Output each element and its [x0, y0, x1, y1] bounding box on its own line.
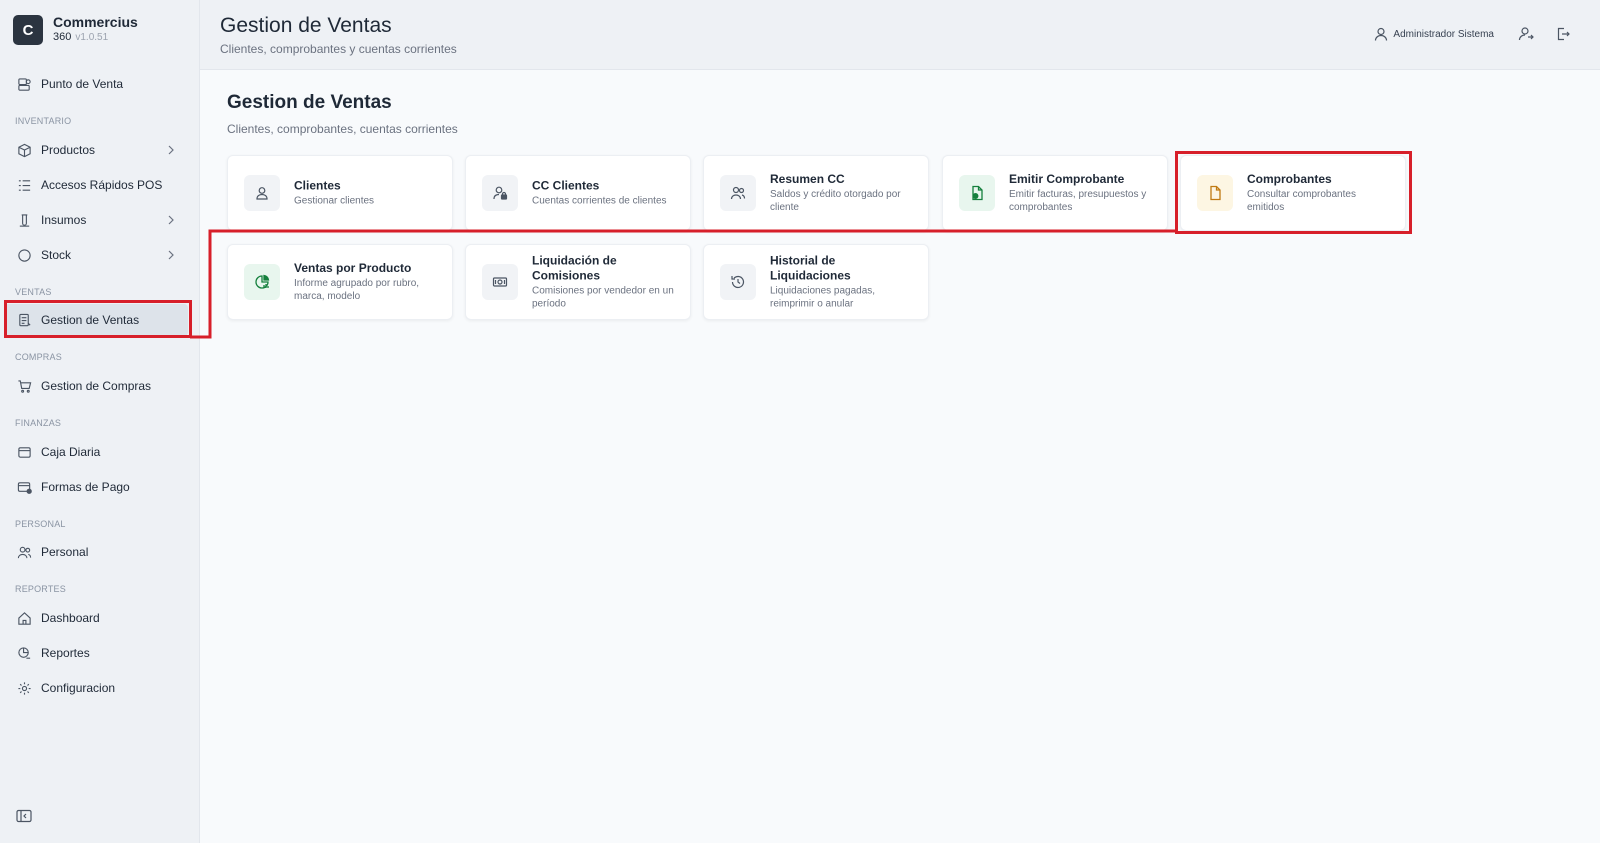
card-description: Cuentas corrientes de clientes	[532, 195, 667, 207]
user-switch-icon	[1518, 27, 1534, 41]
card-title: Liquidación de Comisiones	[532, 253, 617, 283]
sidebar-item-personal[interactable]: Personal	[4, 536, 188, 568]
card-comprobantes[interactable]: Comprobantes Consultar comprobantes emit…	[1180, 155, 1406, 231]
brand-logo: C	[13, 15, 43, 45]
section-label-ventas: VENTAS	[15, 287, 52, 297]
sidebar-item-label: Accesos Rápidos POS	[41, 178, 163, 192]
header-subtitle: Clientes, comprobantes y cuentas corrien…	[220, 42, 457, 56]
brand[interactable]: C Commercius 360 v1.0.51	[13, 15, 138, 45]
pos-icon	[16, 76, 32, 92]
card-emitir-comprobante[interactable]: Emitir Comprobante Emitir facturas, pres…	[942, 155, 1168, 231]
sidebar-item-label: Productos	[41, 143, 96, 157]
user-lock-icon	[482, 175, 518, 211]
doc-money-icon	[959, 175, 995, 211]
chart-pie-icon	[244, 264, 280, 300]
users-icon	[720, 175, 756, 211]
card-description: Liquidaciones pagadas, reimprimir o anul…	[770, 285, 876, 310]
sidebar-item-productos[interactable]: Productos	[4, 134, 188, 166]
history-icon	[720, 264, 756, 300]
page-title: Gestion de Ventas	[227, 92, 392, 113]
chevron-right-icon	[168, 215, 174, 225]
sidebar-item-label: Punto de Venta	[41, 77, 124, 91]
banknote-icon	[482, 264, 518, 300]
card-description: Gestionar clientes	[294, 195, 375, 207]
card-title: Comprobantes	[1247, 172, 1332, 186]
flask-icon	[16, 212, 32, 228]
card-ventas-por-producto[interactable]: Ventas por Producto Informe agrupado por…	[227, 244, 453, 320]
sidebar-item-label: Configuracion	[41, 681, 116, 695]
section-label-compras: COMPRAS	[15, 352, 62, 362]
chevron-right-icon	[168, 250, 174, 260]
card-description: Emitir facturas, presupuestos y comproba…	[1009, 189, 1147, 213]
sidebar-item-formas-de-pago[interactable]: Formas de Pago	[4, 471, 188, 503]
sidebar-item-accesos-rapidos[interactable]: Accesos Rápidos POS	[4, 169, 188, 201]
section-label-personal: PERSONAL	[15, 519, 66, 529]
sales-doc-icon	[16, 312, 32, 328]
user-menu[interactable]: Administrador Sistema	[1373, 26, 1494, 42]
card-description: Informe agrupado por rubro, marca, model…	[294, 278, 420, 302]
list-icon	[16, 177, 32, 193]
user-icon	[1375, 27, 1388, 41]
brand-name: Commercius	[53, 14, 138, 30]
card-title: Emitir Comprobante	[1009, 172, 1125, 186]
card-historial-liquidaciones[interactable]: Historial de Liquidaciones Liquidaciones…	[703, 244, 929, 320]
section-label-reportes: REPORTES	[15, 584, 66, 594]
card-title: Historial de Liquidaciones	[770, 253, 851, 283]
sidebar-item-label: Insumos	[41, 213, 87, 227]
file-icon	[1197, 175, 1233, 211]
section-label-finanzas: FINANZAS	[15, 418, 62, 428]
gear-icon	[16, 680, 32, 696]
logout-button[interactable]	[1554, 25, 1572, 43]
sidebar-collapse-icon[interactable]	[16, 809, 32, 823]
sidebar-item-reportes[interactable]: Reportes	[4, 637, 188, 669]
wallet-icon	[16, 444, 32, 460]
card-resumen-cc[interactable]: Resumen CC Saldos y crédito otorgado por…	[703, 155, 929, 231]
logout-icon	[1557, 27, 1570, 41]
top-header: Gestion de Ventas Clientes, comprobantes…	[200, 0, 1600, 70]
sidebar-item-label: Dashboard	[41, 611, 100, 625]
user-icon	[244, 175, 280, 211]
card-description: Consultar comprobantes emitidos	[1247, 189, 1356, 213]
page-subtitle: Clientes, comprobantes, cuentas corrient…	[227, 122, 458, 136]
chevron-right-icon	[168, 145, 174, 155]
sidebar-item-insumos[interactable]: Insumos	[4, 204, 188, 236]
sidebar-item-label: Stock	[41, 248, 72, 262]
card-clientes[interactable]: Clientes Gestionar clientes	[227, 155, 453, 231]
sidebar-item-dashboard[interactable]: Dashboard	[4, 602, 188, 634]
brand-version: v1.0.51	[75, 32, 109, 43]
sidebar-item-label: Reportes	[41, 646, 90, 660]
box-icon	[16, 142, 32, 158]
brand-sub: 360	[53, 31, 72, 43]
card-title: Clientes	[294, 178, 341, 193]
sidebar-item-caja-diaria[interactable]: Caja Diaria	[4, 436, 188, 468]
sidebar-item-punto-de-venta[interactable]: Punto de Venta	[4, 68, 188, 100]
switch-user-button[interactable]	[1517, 25, 1535, 43]
sidebar-item-label: Personal	[41, 545, 89, 559]
circle-icon	[16, 247, 32, 263]
card-cc-clientes[interactable]: CC Clientes Cuentas corrientes de client…	[465, 155, 691, 231]
sidebar-item-gestion-de-ventas[interactable]: Gestion de Ventas	[4, 304, 188, 336]
sidebar-item-stock[interactable]: Stock	[4, 239, 188, 271]
card-description: Saldos y crédito otorgado por cliente	[770, 189, 901, 213]
cart-icon	[16, 378, 32, 394]
card-liquidacion-comisiones[interactable]: Liquidación de Comisiones Comisiones por…	[465, 244, 691, 320]
sidebar-item-label: Gestion de Ventas	[41, 313, 140, 327]
report-icon	[16, 645, 32, 661]
card-icon	[16, 479, 32, 495]
sidebar-item-label: Formas de Pago	[41, 480, 130, 494]
card-title: Resumen CC	[770, 172, 845, 186]
user-name: Administrador Sistema	[1393, 28, 1494, 40]
sidebar-item-label: Gestion de Compras	[41, 379, 152, 393]
sidebar-item-gestion-de-compras[interactable]: Gestion de Compras	[4, 370, 188, 402]
sidebar-item-label: Caja Diaria	[41, 445, 101, 459]
header-title: Gestion de Ventas	[220, 14, 392, 37]
card-title: Ventas por Producto	[294, 261, 412, 275]
card-description: Comisiones por vendedor en un período	[532, 285, 674, 310]
card-title: CC Clientes	[532, 178, 600, 193]
sidebar: C Commercius 360 v1.0.51 Punto de Venta I…	[0, 0, 200, 843]
users-icon	[16, 544, 32, 560]
section-label-inventario: INVENTARIO	[15, 116, 72, 126]
sidebar-item-configuracion[interactable]: Configuracion	[4, 672, 188, 704]
home-icon	[16, 610, 32, 626]
